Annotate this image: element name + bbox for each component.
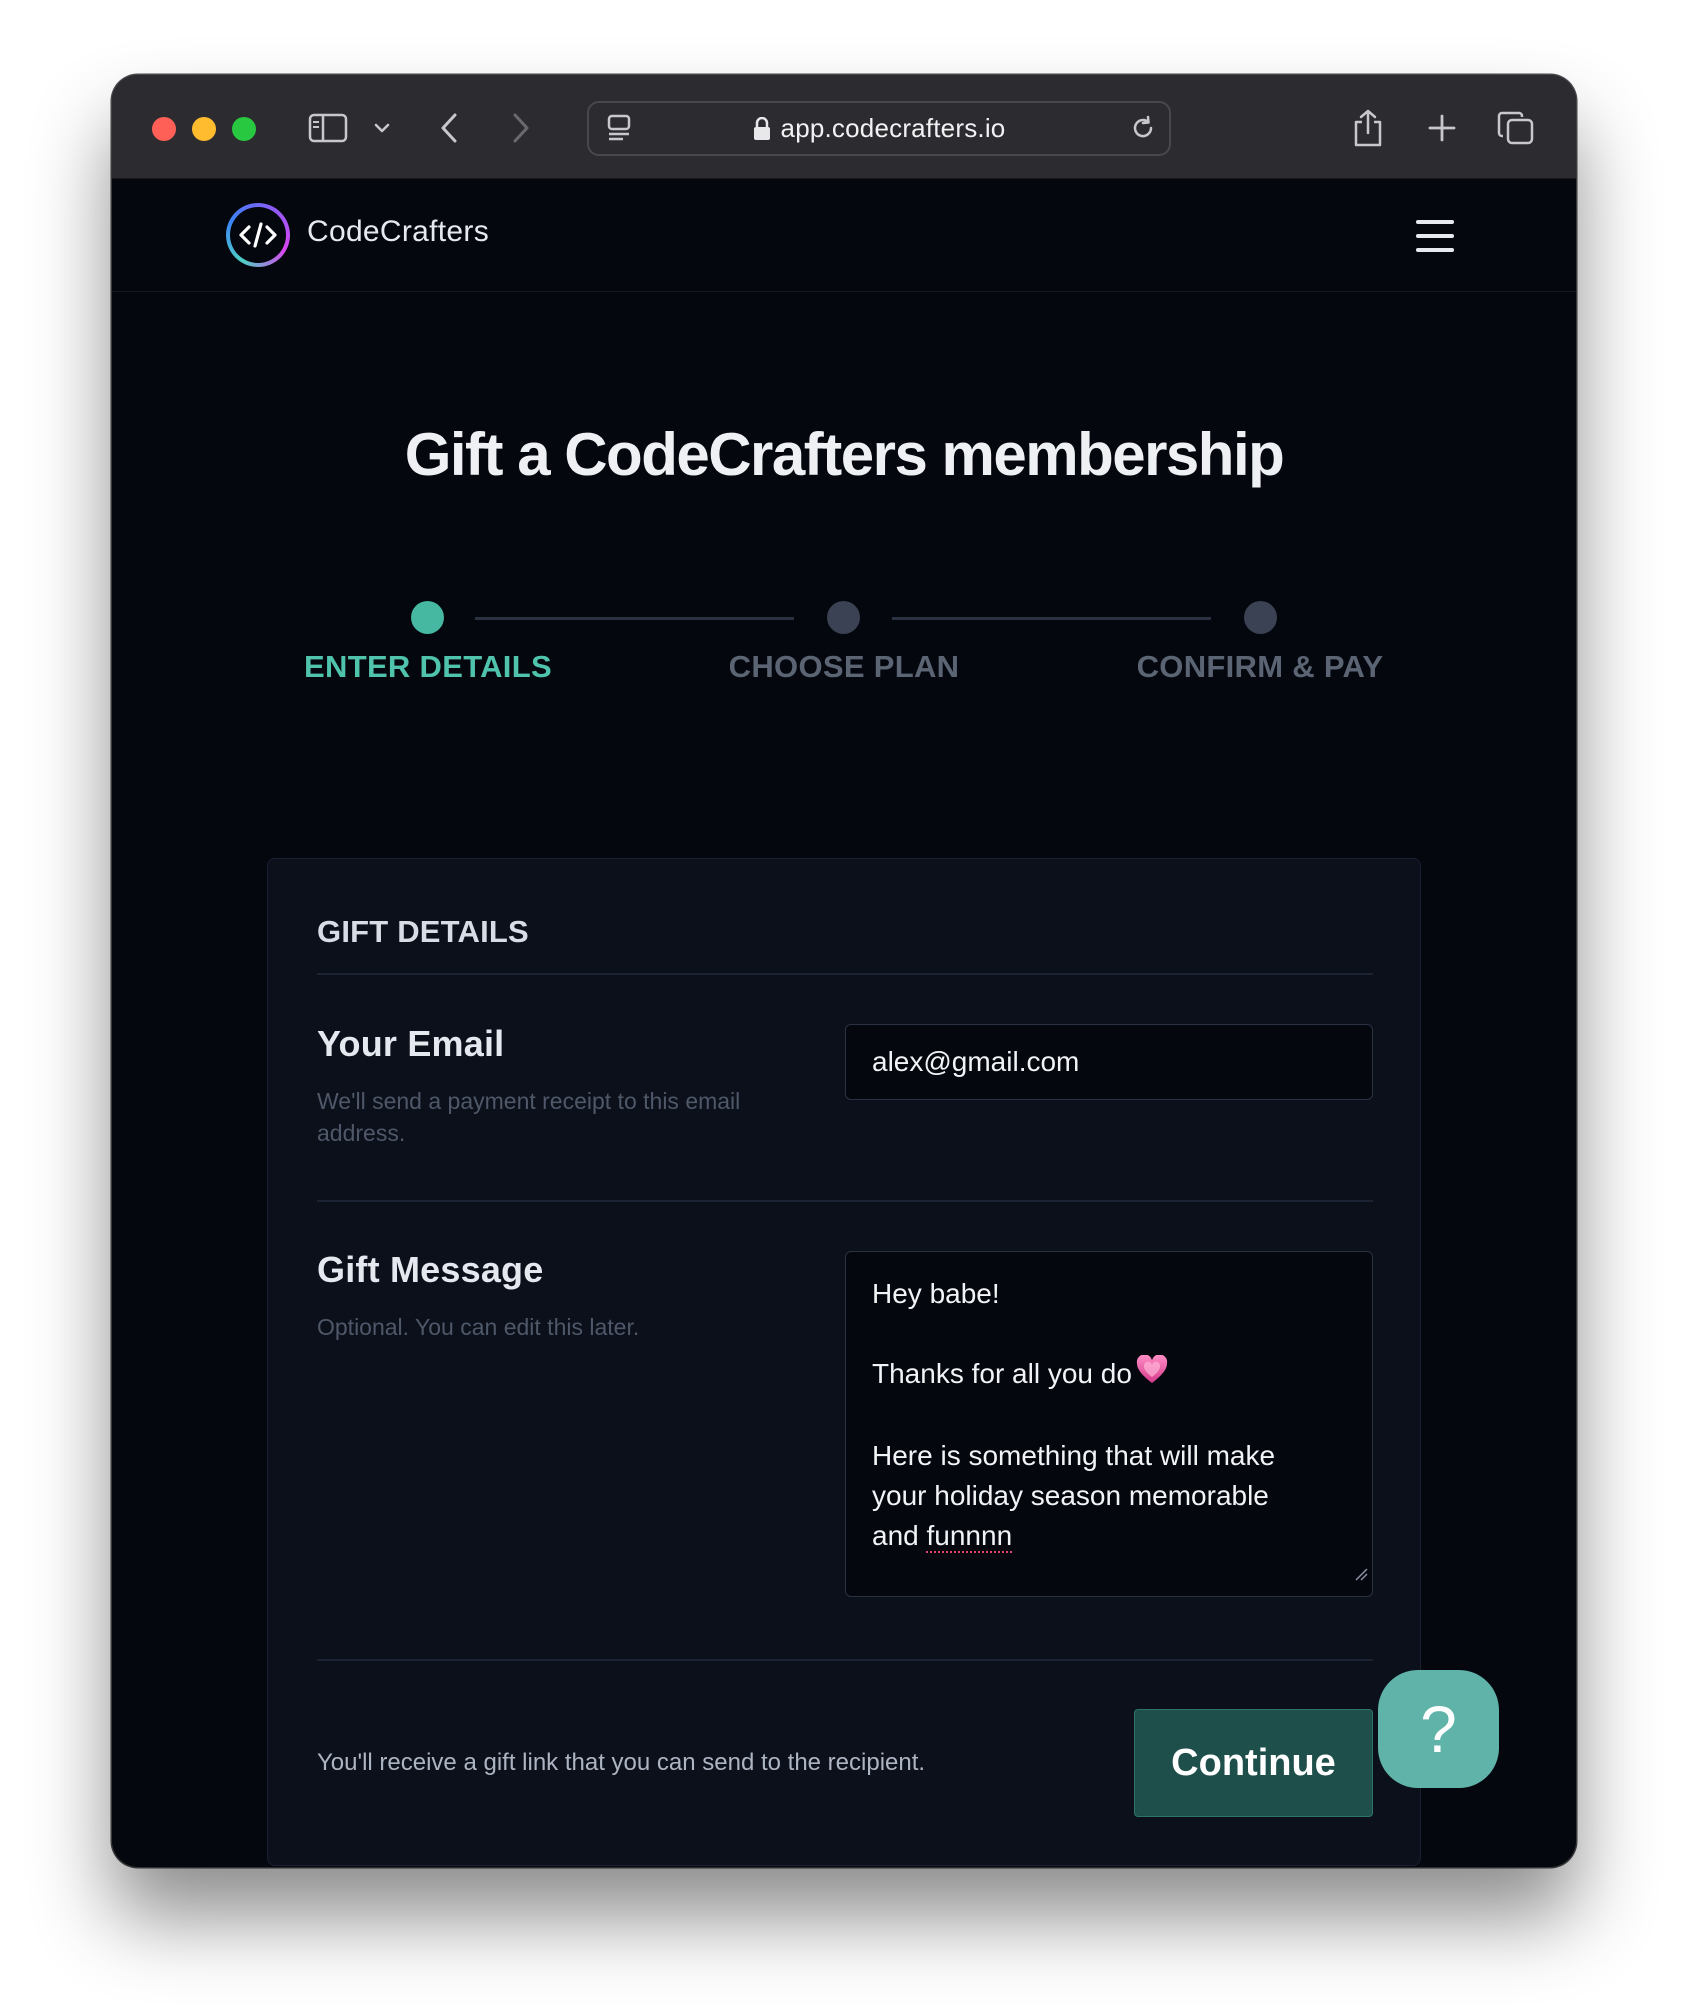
url-text[interactable]: app.codecrafters.io: [781, 113, 1006, 144]
new-tab-icon[interactable]: [1425, 105, 1459, 151]
forward-icon[interactable]: [506, 105, 536, 151]
page-title: Gift a CodeCrafters membership: [404, 421, 1285, 488]
resize-handle-icon[interactable]: [1354, 1552, 1368, 1592]
gift-message-label: Gift Message: [317, 1249, 544, 1290]
email-value: alex@gmail.com: [872, 1046, 1080, 1077]
step-label-choose-plan: CHOOSE PLAN: [728, 649, 960, 684]
reload-icon[interactable]: [1127, 105, 1159, 151]
help-button[interactable]: ?: [1378, 1670, 1499, 1788]
brand-name[interactable]: CodeCrafters: [307, 215, 489, 249]
message-text: and: [872, 1520, 927, 1552]
message-line: Here is something that will make: [872, 1440, 1276, 1472]
gift-message-help-text: Optional. You can edit this later.: [317, 1314, 640, 1340]
gift-message-textarea[interactable]: Hey babe! Thanks for all you do Here is …: [845, 1251, 1373, 1597]
chevron-down-icon[interactable]: [370, 105, 394, 151]
message-line: and funnnn: [872, 1516, 1346, 1556]
address-bar[interactable]: app.codecrafters.io: [587, 101, 1171, 156]
continue-button[interactable]: Continue: [1134, 1709, 1373, 1817]
tabs-overview-icon[interactable]: [1496, 105, 1536, 151]
message-line: your holiday season memorable: [872, 1480, 1269, 1512]
step-label-enter-details: ENTER DETAILS: [304, 649, 552, 684]
email-help-text: We'll send a payment receipt to this ema…: [317, 1088, 741, 1146]
divider: [317, 1659, 1373, 1661]
maximize-window-icon[interactable]: [232, 117, 256, 141]
code-logo-icon[interactable]: [226, 203, 290, 267]
minimize-window-icon[interactable]: [192, 117, 216, 141]
site-header: CodeCrafters: [112, 179, 1576, 292]
share-icon[interactable]: [1350, 105, 1386, 151]
email-label: Your Email: [317, 1023, 505, 1064]
step-label-confirm-pay: CONFIRM & PAY: [1136, 649, 1384, 684]
card-title: GIFT DETAILS: [317, 914, 529, 949]
message-line: [872, 1396, 1346, 1436]
email-field[interactable]: alex@gmail.com: [845, 1024, 1373, 1100]
heart-icon: [1136, 1354, 1168, 1396]
lock-icon: [753, 116, 771, 141]
message-text: Thanks for all you do: [872, 1358, 1132, 1389]
gift-link-note: You'll receive a gift link that you can …: [317, 1749, 926, 1776]
misspelled-word: funnnn: [926, 1520, 1013, 1552]
divider: [317, 1200, 1373, 1202]
back-icon[interactable]: [434, 105, 464, 151]
progress-stepper: ENTER DETAILS CHOOSE PLAN CONFIRM & PAY: [112, 585, 1576, 705]
step-dot-confirm-pay: [1244, 601, 1277, 634]
message-line: Hey babe!: [872, 1278, 1000, 1309]
divider: [317, 973, 1373, 975]
step-connector: [475, 617, 794, 620]
browser-toolbar: app.codecrafters.io: [112, 75, 1576, 179]
hamburger-menu-icon[interactable]: [1416, 220, 1454, 252]
step-dot-enter-details: [411, 601, 444, 634]
gift-details-card: GIFT DETAILS Your Email We'll send a pay…: [267, 858, 1421, 1866]
step-connector: [892, 617, 1211, 620]
message-line: Thanks for all you do: [872, 1354, 1346, 1396]
browser-window: app.codecrafters.io CodeCrafters Gift a: [112, 75, 1576, 1867]
close-window-icon[interactable]: [152, 117, 176, 141]
sidebar-icon[interactable]: [306, 105, 350, 151]
message-line: [872, 1314, 1346, 1354]
step-dot-choose-plan: [827, 601, 860, 634]
